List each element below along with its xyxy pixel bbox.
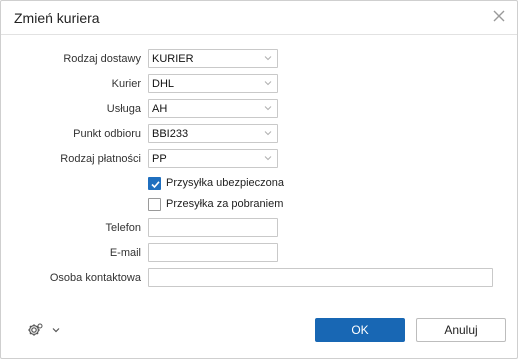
courier-label: Kurier (111, 78, 141, 90)
delivery-type-select[interactable]: KURIER (148, 49, 278, 68)
phone-input[interactable] (148, 218, 278, 237)
change-courier-dialog: Zmień kuriera Rodzaj dostawy KURIER Kuri… (0, 0, 518, 359)
chevron-down-icon (264, 81, 272, 86)
phone-label: Telefon (105, 222, 141, 234)
service-value: AH (152, 103, 168, 115)
contact-person-label: Osoba kontaktowa (49, 272, 141, 284)
chevron-down-icon (264, 106, 272, 111)
insured-checkbox-row[interactable]: Przysyłka ubezpieczona (148, 177, 288, 191)
service-select[interactable]: AH (148, 99, 278, 118)
cod-checkbox[interactable] (148, 198, 161, 211)
ok-button[interactable]: OK (315, 318, 405, 342)
payment-type-value: PP (152, 153, 167, 165)
service-label: Usługa (106, 103, 141, 115)
insured-label: Przysyłka ubezpieczona (166, 177, 285, 189)
check-icon (151, 181, 160, 189)
chevron-down-icon (264, 156, 272, 161)
chevron-down-icon (264, 56, 272, 61)
payment-type-select[interactable]: PP (148, 149, 278, 168)
pickup-point-select[interactable]: BBI233 (148, 124, 278, 143)
pickup-point-value: BBI233 (152, 128, 189, 140)
close-button[interactable] (491, 8, 507, 24)
dialog-title: Zmień kuriera (14, 10, 100, 26)
cod-label: Przesyłka za pobraniem (166, 198, 284, 210)
cancel-button[interactable]: Anuluj (416, 318, 506, 342)
email-input[interactable] (148, 243, 278, 262)
email-label: E-mail (109, 247, 141, 259)
courier-value: DHL (152, 78, 175, 90)
close-icon (493, 10, 505, 22)
delivery-type-label: Rodzaj dostawy (63, 53, 141, 65)
pickup-point-label: Punkt odbioru (73, 128, 141, 140)
settings-menu-button[interactable] (26, 321, 62, 339)
insured-checkbox[interactable] (148, 177, 161, 190)
chevron-down-icon (52, 328, 60, 333)
delivery-type-value: KURIER (152, 53, 194, 65)
contact-person-input[interactable] (148, 268, 493, 287)
chevron-down-icon (264, 131, 272, 136)
cod-checkbox-row[interactable]: Przesyłka za pobraniem (148, 198, 288, 212)
gear-icon (28, 323, 43, 336)
courier-select[interactable]: DHL (148, 74, 278, 93)
dialog-title-bar: Zmień kuriera (1, 1, 517, 35)
payment-type-label: Rodzaj płatności (60, 153, 141, 165)
